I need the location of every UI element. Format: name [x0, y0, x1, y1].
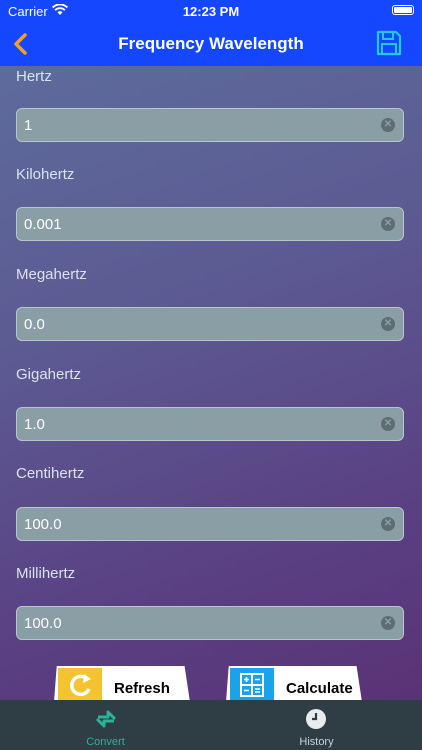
refresh-button[interactable]: Refresh: [54, 666, 190, 700]
millihertz-label: Millihertz: [16, 565, 76, 582]
clear-icon[interactable]: ✕: [381, 517, 395, 531]
gigahertz-label: Gigahertz: [16, 366, 82, 383]
centihertz-label: Centihertz: [16, 465, 85, 482]
tab-bar: Convert History: [0, 700, 422, 750]
hertz-label: Hertz: [16, 68, 52, 85]
kilohertz-input[interactable]: 0.001 ✕: [16, 207, 404, 241]
millihertz-input[interactable]: 100.0 ✕: [16, 606, 404, 640]
converter-form: Hertz 1 ✕ Kilohertz 0.001 ✕ Megahertz 0.…: [0, 66, 422, 700]
gigahertz-input[interactable]: 1.0 ✕: [16, 407, 404, 441]
kilohertz-value: 0.001: [24, 216, 62, 233]
clear-icon[interactable]: ✕: [381, 217, 395, 231]
megahertz-value: 0.0: [24, 316, 45, 333]
millihertz-value: 100.0: [24, 615, 62, 632]
calculate-button[interactable]: Calculate: [226, 666, 362, 700]
centihertz-input[interactable]: 100.0 ✕: [16, 507, 404, 541]
tab-convert[interactable]: Convert: [0, 700, 211, 750]
tab-history-label: History: [299, 736, 334, 748]
clear-icon[interactable]: ✕: [381, 118, 395, 132]
save-floppy-icon[interactable]: [376, 30, 402, 56]
page-title: Frequency Wavelength: [118, 34, 304, 53]
status-time: 12:23 PM: [182, 4, 240, 19]
battery-icon: [392, 5, 414, 15]
top-bar: Carrier 12:23 PM Frequency Wavelength: [0, 0, 422, 66]
hertz-input[interactable]: 1 ✕: [16, 108, 404, 142]
clear-icon[interactable]: ✕: [381, 417, 395, 431]
hertz-value: 1: [24, 117, 33, 134]
clear-icon[interactable]: ✕: [381, 616, 395, 630]
megahertz-label: Megahertz: [16, 266, 87, 283]
convert-arrows-icon: [94, 707, 118, 736]
clear-icon[interactable]: ✕: [381, 317, 395, 331]
kilohertz-label: Kilohertz: [16, 166, 75, 183]
refresh-icon: [58, 668, 102, 700]
tab-history[interactable]: History: [211, 700, 422, 750]
clock-icon: [304, 707, 328, 736]
centihertz-value: 100.0: [24, 516, 62, 533]
megahertz-input[interactable]: 0.0 ✕: [16, 307, 404, 341]
tab-convert-label: Convert: [86, 736, 125, 748]
status-bar: Carrier 12:23 PM: [0, 0, 422, 22]
calculate-label: Calculate: [286, 680, 353, 697]
refresh-label: Refresh: [114, 680, 170, 697]
gigahertz-value: 1.0: [24, 416, 45, 433]
navigation-bar: Frequency Wavelength: [0, 22, 422, 66]
calculator-icon: [230, 668, 274, 700]
